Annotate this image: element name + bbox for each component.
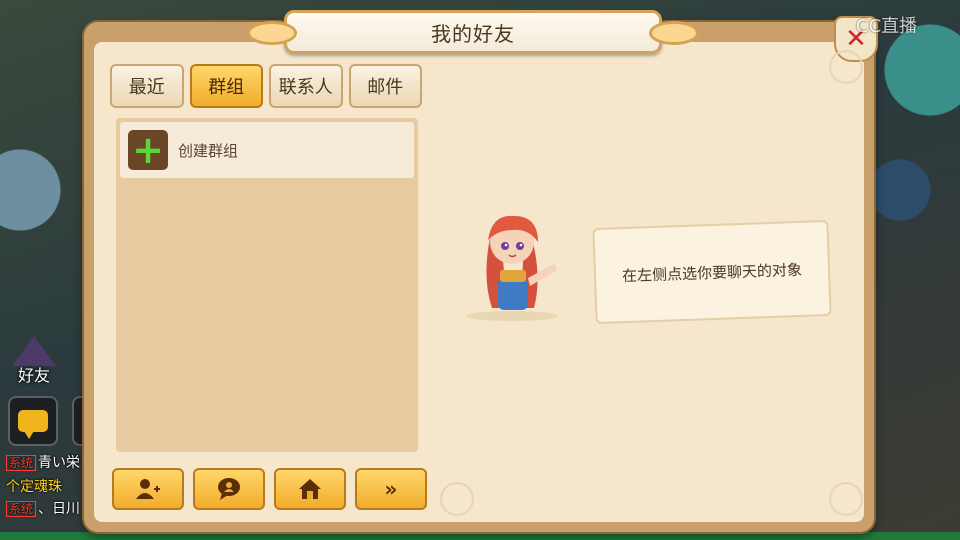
tab-mail[interactable]: 邮件 (348, 64, 422, 108)
corner-decoration (829, 482, 863, 516)
corner-decoration (829, 50, 863, 84)
friends-hud-label: 好友 (17, 366, 50, 385)
friends-list-panel: 最近 群组 联系人 邮件 + 创建群组 » (110, 64, 427, 530)
system-message: 个定魂珠 (6, 476, 62, 496)
friends-hud-button[interactable]: 好友 (6, 332, 62, 390)
plus-icon: + (132, 128, 164, 172)
hint-speech-bubble: 在左侧点选你要聊天的对象 (592, 219, 832, 325)
create-group-label: 创建群组 (178, 141, 239, 160)
create-group-item[interactable]: + 创建群组 (120, 122, 414, 178)
more-button[interactable]: » (355, 468, 427, 510)
chat-bubble-icon (18, 410, 48, 439)
bottom-bar (0, 532, 960, 540)
message-button[interactable] (193, 468, 265, 510)
group-list: + 创建群组 (116, 118, 418, 452)
chat-hud-button[interactable] (8, 396, 58, 446)
tab-bar: 最近 群组 联系人 邮件 (110, 64, 422, 108)
add-friend-button[interactable] (112, 468, 184, 510)
system-message: 系统 、日川 (6, 498, 80, 518)
chat-icon (218, 478, 240, 500)
system-tag: 系统 (6, 501, 37, 517)
friends-dialog: 我的好友 ✕ 最近 群组 联系人 邮件 + 创建群组 » 在左侧点选你要聊天的对… (84, 10, 878, 532)
system-message-text: 、日川 (38, 501, 81, 517)
stream-watermark: CC直播 (856, 16, 918, 37)
home-icon (299, 479, 321, 499)
corner-decoration (440, 482, 474, 516)
system-message-text: 个定魂珠 (6, 479, 62, 495)
home-button[interactable] (274, 468, 346, 510)
guide-character-illustration (466, 215, 558, 321)
add-user-icon (136, 479, 160, 499)
chat-panel: 在左侧点选你要聊天的对象 (434, 42, 864, 522)
system-message: 系统 青い栄 (6, 452, 80, 472)
double-chevron-right-icon: » (384, 477, 398, 501)
hint-text: 在左侧点选你要聊天的对象 (621, 260, 803, 285)
create-group-button[interactable]: + (128, 130, 168, 170)
tab-groups[interactable]: 群组 (189, 64, 263, 108)
tab-contacts[interactable]: 联系人 (269, 64, 343, 108)
bottom-button-bar: » (112, 468, 427, 510)
tab-recent[interactable]: 最近 (110, 64, 184, 108)
system-tag: 系统 (6, 455, 37, 471)
system-message-text: 青い栄 (38, 455, 81, 471)
